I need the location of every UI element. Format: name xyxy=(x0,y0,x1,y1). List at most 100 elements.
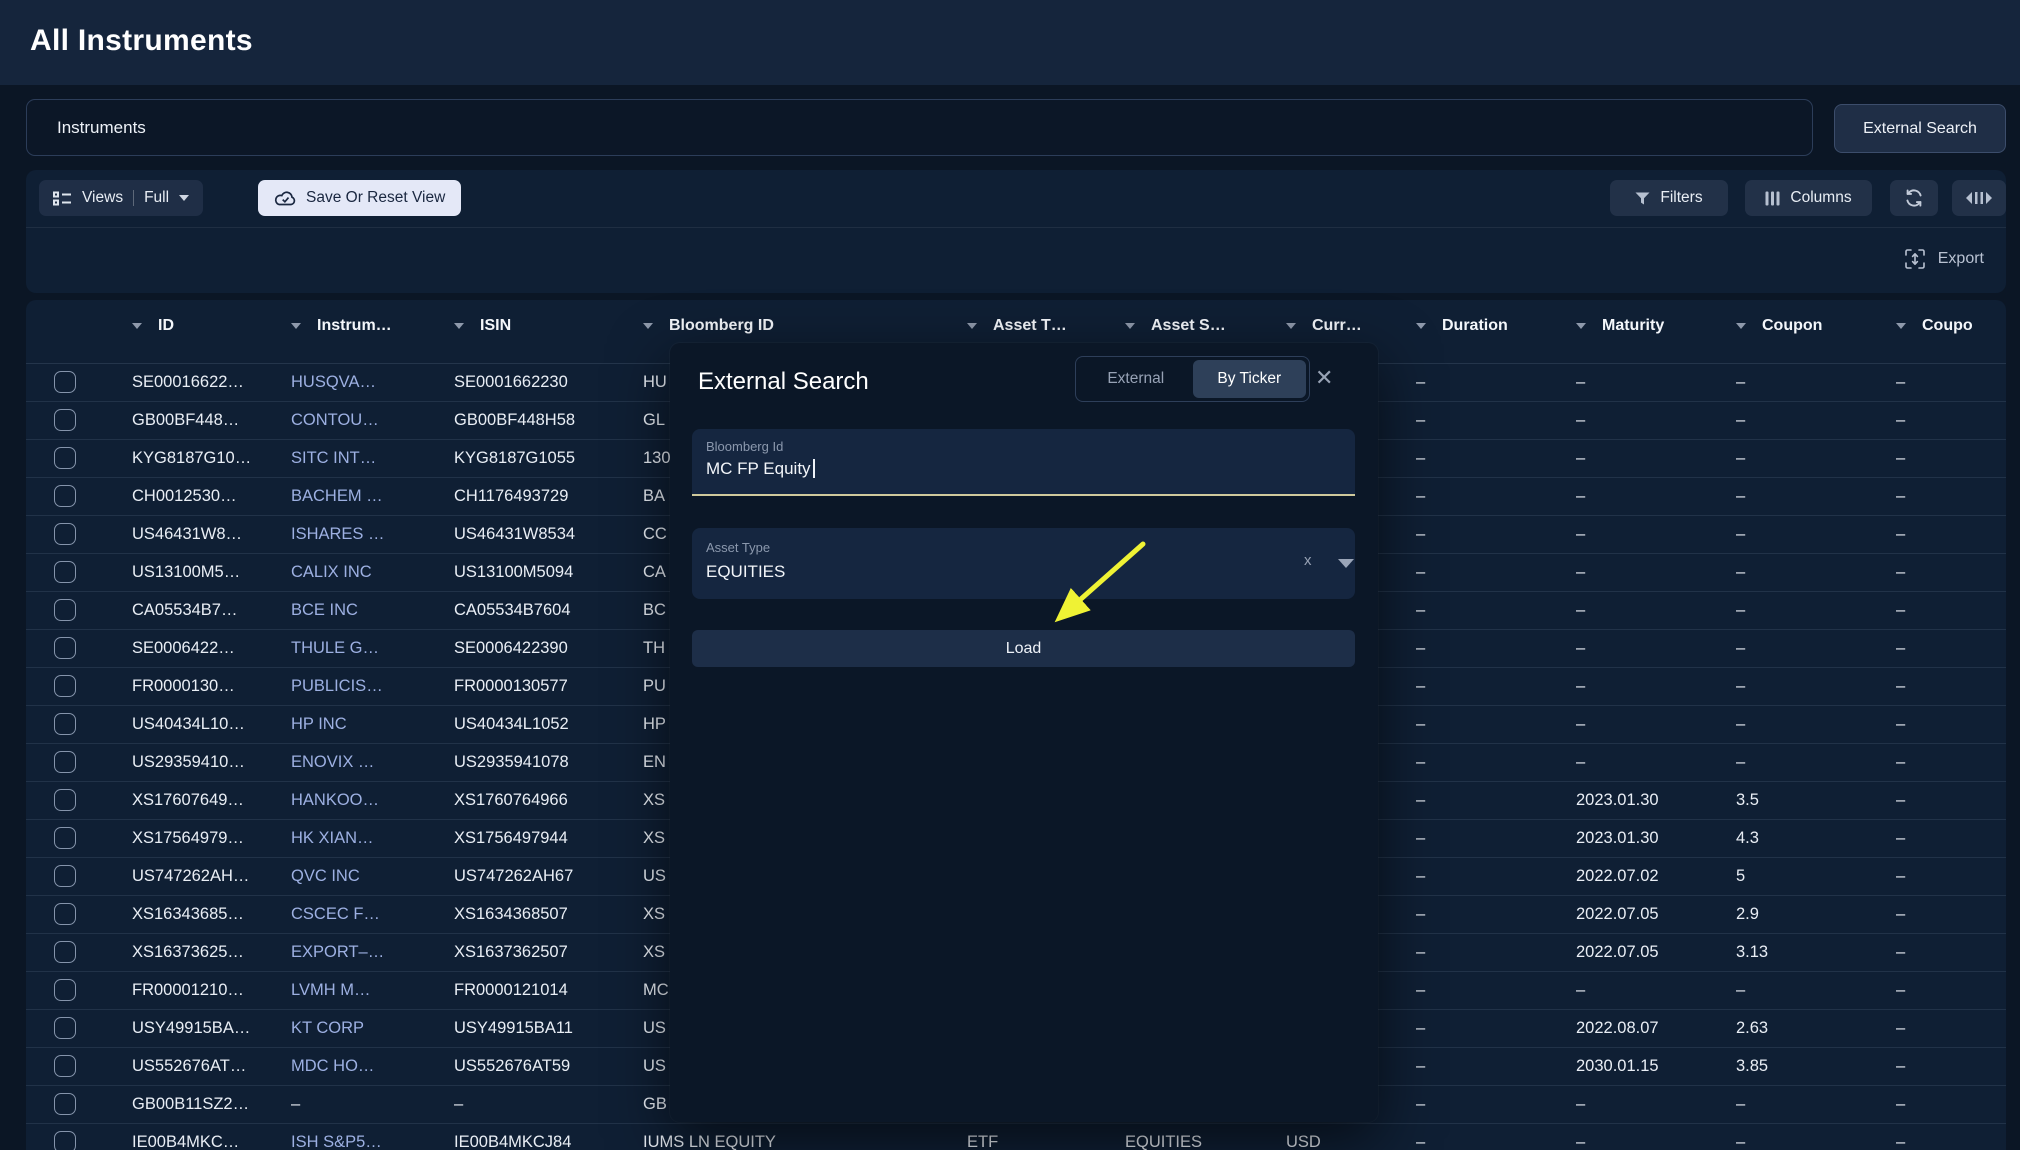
column-header-id[interactable]: ID xyxy=(132,300,174,352)
cell-id: FR00001210… xyxy=(132,972,244,1009)
chevron-down-icon[interactable] xyxy=(1338,559,1354,568)
clear-icon[interactable]: x xyxy=(1304,552,1312,569)
row-checkbox[interactable] xyxy=(54,979,76,1001)
cell-id: US747262AH… xyxy=(132,858,249,895)
row-checkbox[interactable] xyxy=(54,637,76,659)
row-checkbox[interactable] xyxy=(54,1017,76,1039)
column-header-isin[interactable]: ISIN xyxy=(454,300,511,352)
column-menu-caret-icon[interactable] xyxy=(1416,323,1426,329)
row-checkbox[interactable] xyxy=(54,713,76,735)
cell-coupon: 2.9 xyxy=(1736,896,1759,933)
filters-button[interactable]: Filters xyxy=(1610,180,1728,216)
tab-external[interactable]: External xyxy=(1079,360,1193,398)
cell-instrument[interactable]: CSCEC F… xyxy=(291,896,380,933)
row-checkbox[interactable] xyxy=(54,675,76,697)
row-checkbox[interactable] xyxy=(54,789,76,811)
cell-instrument[interactable]: ISHARES … xyxy=(291,516,385,553)
cell-coupon-2: – xyxy=(1896,858,1905,895)
cell-bloomberg-id: CA xyxy=(643,554,666,591)
cell-instrument[interactable]: MDC HO… xyxy=(291,1048,374,1085)
row-checkbox[interactable] xyxy=(54,1131,76,1150)
cell-instrument[interactable]: HANKOO… xyxy=(291,782,379,819)
cell-instrument[interactable]: HUSQVA… xyxy=(291,364,376,401)
cell-maturity: – xyxy=(1576,478,1585,515)
cell-instrument[interactable]: EXPORT–… xyxy=(291,934,384,971)
cell-bloomberg-id: MC xyxy=(643,972,669,1009)
column-header-label: Coupo xyxy=(1922,317,1973,335)
cell-instrument[interactable]: SITC INT… xyxy=(291,440,376,477)
cell-coupon-2: – xyxy=(1896,440,1905,477)
row-checkbox[interactable] xyxy=(54,1055,76,1077)
cell-instrument[interactable]: LVMH M… xyxy=(291,972,370,1009)
instruments-search-input[interactable]: Instruments xyxy=(26,99,1813,156)
cell-coupon-2: – xyxy=(1896,364,1905,401)
column-header-maturity[interactable]: Maturity xyxy=(1576,300,1664,352)
row-checkbox[interactable] xyxy=(54,561,76,583)
cell-instrument[interactable]: CALIX INC xyxy=(291,554,372,591)
cell-coupon: 2.63 xyxy=(1736,1010,1768,1047)
row-checkbox[interactable] xyxy=(54,409,76,431)
cell-instrument[interactable]: HK XIAN… xyxy=(291,820,374,857)
row-checkbox[interactable] xyxy=(54,903,76,925)
column-menu-caret-icon[interactable] xyxy=(1896,323,1906,329)
cell-isin: XS1634368507 xyxy=(454,896,568,933)
column-menu-caret-icon[interactable] xyxy=(454,323,464,329)
cell-id: XS17564979… xyxy=(132,820,244,857)
row-checkbox[interactable] xyxy=(54,485,76,507)
column-menu-caret-icon[interactable] xyxy=(291,323,301,329)
row-checkbox[interactable] xyxy=(54,599,76,621)
cell-instrument[interactable]: ENOVIX … xyxy=(291,744,374,781)
cell-maturity: – xyxy=(1576,668,1585,705)
cell-instrument[interactable]: BACHEM … xyxy=(291,478,383,515)
column-header-instrument[interactable]: Instrum… xyxy=(291,300,392,352)
row-checkbox[interactable] xyxy=(54,865,76,887)
row-checkbox[interactable] xyxy=(54,751,76,773)
cell-coupon: – xyxy=(1736,1086,1745,1123)
row-checkbox[interactable] xyxy=(54,941,76,963)
column-menu-caret-icon[interactable] xyxy=(967,323,977,329)
export-button[interactable]: Export xyxy=(1904,227,1984,291)
cell-instrument[interactable]: THULE G… xyxy=(291,630,379,667)
row-checkbox[interactable] xyxy=(54,523,76,545)
column-menu-caret-icon[interactable] xyxy=(1286,323,1296,329)
row-checkbox[interactable] xyxy=(54,1093,76,1115)
column-header-coupon-2[interactable]: Coupo xyxy=(1896,300,1973,352)
cell-instrument[interactable]: BCE INC xyxy=(291,592,358,629)
cell-id: CA05534B7… xyxy=(132,592,238,629)
close-icon[interactable]: ✕ xyxy=(1315,365,1333,391)
cell-instrument[interactable]: HP INC xyxy=(291,706,347,743)
external-search-button[interactable]: External Search xyxy=(1834,104,2006,153)
cell-duration: – xyxy=(1416,706,1425,743)
column-menu-caret-icon[interactable] xyxy=(132,323,142,329)
bloomberg-id-field[interactable]: Bloomberg Id MC FP Equity xyxy=(692,429,1355,496)
row-checkbox[interactable] xyxy=(54,827,76,849)
cell-instrument[interactable]: QVC INC xyxy=(291,858,360,895)
column-header-coupon[interactable]: Coupon xyxy=(1736,300,1822,352)
bloomberg-id-value: MC FP Equity xyxy=(706,459,815,479)
cell-instrument[interactable]: PUBLICIS… xyxy=(291,668,383,705)
cell-instrument[interactable]: CONTOU… xyxy=(291,402,379,439)
refresh-button[interactable] xyxy=(1890,180,1938,216)
tab-by-ticker[interactable]: By Ticker xyxy=(1193,360,1307,398)
cell-id: XS17607649… xyxy=(132,782,244,819)
cell-coupon: 3.85 xyxy=(1736,1048,1768,1085)
column-menu-caret-icon[interactable] xyxy=(643,323,653,329)
cell-instrument[interactable]: KT CORP xyxy=(291,1010,364,1047)
columns-button[interactable]: Columns xyxy=(1745,180,1872,216)
column-header-duration[interactable]: Duration xyxy=(1416,300,1508,352)
column-menu-caret-icon[interactable] xyxy=(1576,323,1586,329)
column-menu-caret-icon[interactable] xyxy=(1736,323,1746,329)
cell-instrument[interactable]: ISH S&P5… xyxy=(291,1124,382,1150)
column-menu-caret-icon[interactable] xyxy=(1125,323,1135,329)
save-or-reset-view-button[interactable]: Save Or Reset View xyxy=(258,180,461,216)
views-dropdown-button[interactable]: Views Full xyxy=(39,180,203,216)
cell-coupon: – xyxy=(1736,744,1745,781)
column-header-label: Curr… xyxy=(1312,317,1362,335)
cell-isin: GB00BF448H58 xyxy=(454,402,575,439)
cell-asset-type: ETF xyxy=(967,1124,998,1150)
text-cursor xyxy=(813,459,815,478)
side-panel-toggle-button[interactable] xyxy=(1952,180,2006,216)
row-checkbox[interactable] xyxy=(54,447,76,469)
row-checkbox[interactable] xyxy=(54,371,76,393)
toolbar-card: Views Full Save Or Reset View Filters xyxy=(26,170,2006,293)
